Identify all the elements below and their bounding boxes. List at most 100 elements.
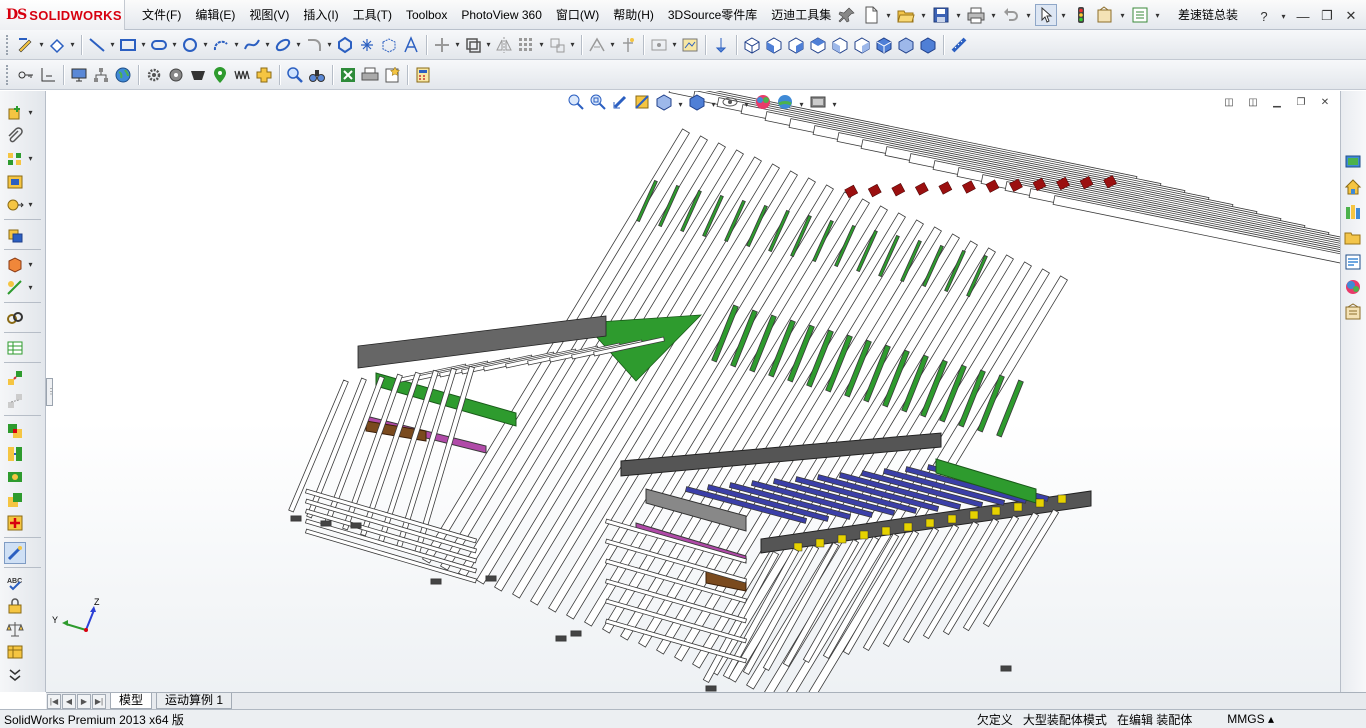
- split-vertical-icon[interactable]: ◫: [1246, 95, 1260, 109]
- viewport-minimize-button[interactable]: ▁: [1270, 95, 1284, 109]
- arc-icon[interactable]: [210, 34, 232, 56]
- print-icon[interactable]: [965, 4, 987, 26]
- save-icon[interactable]: [930, 4, 952, 26]
- mirror-icon[interactable]: [493, 34, 515, 56]
- sketch-icon[interactable]: [15, 34, 37, 56]
- design-table-icon[interactable]: [4, 641, 26, 663]
- menu-window[interactable]: 窗口(W): [549, 0, 606, 30]
- binoculars-icon[interactable]: [306, 64, 328, 86]
- ellipse-icon[interactable]: [272, 34, 294, 56]
- more-chevron-down-icon[interactable]: [4, 664, 26, 686]
- select-arrow-icon[interactable]: [1035, 4, 1057, 26]
- tab-last-button[interactable]: ▶|: [92, 693, 106, 709]
- custom-properties-icon[interactable]: [1341, 300, 1365, 324]
- mate-paperclip-icon[interactable]: [4, 125, 26, 147]
- polygon-icon[interactable]: [334, 34, 356, 56]
- insert-component-icon[interactable]: [4, 102, 26, 124]
- menu-toolbox[interactable]: Toolbox: [399, 0, 454, 30]
- view-right-icon[interactable]: [829, 34, 851, 56]
- rebuild-traffic-light-icon[interactable]: [1070, 4, 1092, 26]
- circle-dropdown[interactable]: [201, 34, 210, 56]
- line-dropdown[interactable]: [108, 34, 117, 56]
- toolbar-grip[interactable]: [6, 64, 11, 85]
- view-back-icon[interactable]: [785, 34, 807, 56]
- trim-dropdown[interactable]: [453, 34, 462, 56]
- select-dropdown[interactable]: [1059, 4, 1068, 26]
- move-dropdown[interactable]: [568, 34, 577, 56]
- relations-dropdown[interactable]: [608, 34, 617, 56]
- spell-check-abc-icon[interactable]: ABC: [4, 572, 26, 594]
- open-dropdown[interactable]: [919, 4, 928, 26]
- fillet-dropdown[interactable]: [325, 34, 334, 56]
- hide-show-dropdown[interactable]: [742, 93, 751, 115]
- printer-icon[interactable]: [359, 64, 381, 86]
- new-document-icon[interactable]: [860, 4, 882, 26]
- ellipse-dropdown[interactable]: [294, 34, 303, 56]
- viewport-restore-button[interactable]: ❐: [1294, 95, 1308, 109]
- measure-tool-icon[interactable]: [948, 34, 970, 56]
- options-icon[interactable]: [1129, 4, 1151, 26]
- tab-next-button[interactable]: ▶: [77, 693, 91, 709]
- tab-first-button[interactable]: |◀: [47, 693, 61, 709]
- zoom-to-fit-icon[interactable]: [566, 93, 586, 111]
- move-component-dropdown[interactable]: [26, 194, 35, 216]
- design-library-icon[interactable]: [1341, 200, 1365, 224]
- fillet-icon[interactable]: [303, 34, 325, 56]
- close-button[interactable]: ✕: [1342, 7, 1360, 25]
- bill-of-materials-icon[interactable]: [4, 337, 26, 359]
- menu-maidi-tools[interactable]: 迈迪工具集: [764, 0, 838, 30]
- sketch-dropdown[interactable]: [37, 34, 46, 56]
- key-icon[interactable]: [15, 64, 37, 86]
- tab-model[interactable]: 模型: [110, 693, 153, 709]
- balance-scale-icon[interactable]: [4, 618, 26, 640]
- bowl-icon[interactable]: [187, 64, 209, 86]
- rapid-sketch-icon[interactable]: [679, 34, 701, 56]
- menu-file[interactable]: 文件(F): [135, 0, 188, 30]
- menu-insert[interactable]: 插入(I): [296, 0, 345, 30]
- circle-icon[interactable]: [179, 34, 201, 56]
- star-document-icon[interactable]: [381, 64, 403, 86]
- viewport-close-button[interactable]: ✕: [1318, 95, 1332, 109]
- reference-geometry-icon[interactable]: [710, 34, 732, 56]
- monitor-icon[interactable]: [68, 64, 90, 86]
- hole-alignment-icon[interactable]: [4, 466, 26, 488]
- section-view-icon[interactable]: [632, 93, 652, 111]
- view-orientation-icon[interactable]: [654, 93, 674, 111]
- appearances-scenes-icon[interactable]: [1341, 275, 1365, 299]
- show-hidden-components-icon[interactable]: [4, 224, 26, 246]
- undo-dropdown[interactable]: [1024, 4, 1033, 26]
- excel-icon[interactable]: [337, 64, 359, 86]
- globe-icon[interactable]: [112, 64, 134, 86]
- previous-view-icon[interactable]: [610, 93, 630, 111]
- insert-component-dropdown[interactable]: [26, 102, 35, 124]
- save-dropdown[interactable]: [954, 4, 963, 26]
- dimension-angle-icon[interactable]: [37, 64, 59, 86]
- slot-icon[interactable]: [148, 34, 170, 56]
- instant3d-icon[interactable]: [4, 541, 26, 564]
- view-bottom-icon[interactable]: [873, 34, 895, 56]
- new-dropdown[interactable]: [884, 4, 893, 26]
- view-left-icon[interactable]: [807, 34, 829, 56]
- view-orientation-dropdown[interactable]: [676, 93, 685, 115]
- new-motion-study-icon[interactable]: [4, 307, 26, 329]
- view-isometric-icon[interactable]: [741, 34, 763, 56]
- view-settings-icon[interactable]: [808, 93, 828, 111]
- cross-component-icon[interactable]: [253, 64, 275, 86]
- offset-dropdown[interactable]: [484, 34, 493, 56]
- solidworks-logo[interactable]: DS SOLIDWORKS: [0, 0, 125, 30]
- pattern-dropdown[interactable]: [26, 148, 35, 170]
- toolbar-grip[interactable]: [6, 34, 11, 55]
- display-style-icon[interactable]: [687, 93, 707, 111]
- smart-fasteners-icon[interactable]: [4, 171, 26, 193]
- view-palette-icon[interactable]: [1341, 250, 1365, 274]
- split-horizontal-icon[interactable]: ◫: [1222, 95, 1236, 109]
- view-top-icon[interactable]: [851, 34, 873, 56]
- solidworks-resources-icon[interactable]: [1341, 150, 1365, 174]
- tab-motion-study[interactable]: 运动算例 1: [156, 693, 233, 709]
- line-icon[interactable]: [86, 34, 108, 56]
- performance-evaluation-icon[interactable]: [4, 512, 26, 534]
- assembly-features-dropdown[interactable]: [26, 254, 35, 276]
- panel-splitter-handle[interactable]: ⋮: [46, 378, 55, 406]
- edit-appearance-icon[interactable]: [753, 93, 773, 111]
- zoom-to-area-icon[interactable]: [588, 93, 608, 111]
